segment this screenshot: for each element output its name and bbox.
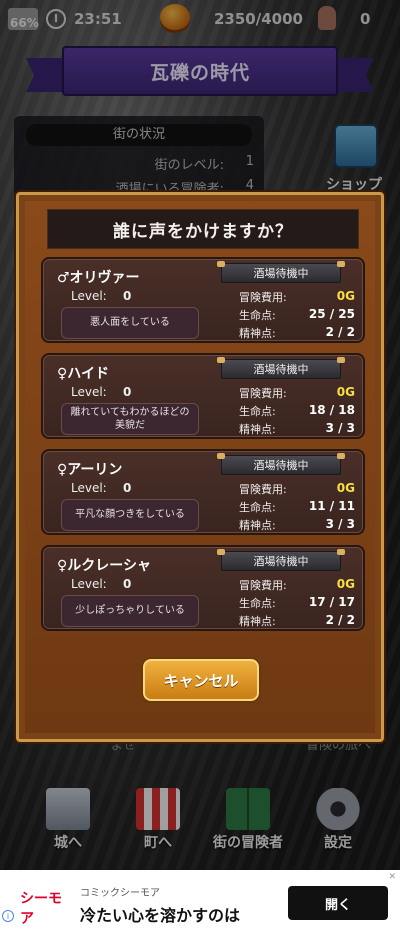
cost-value: 0G (336, 577, 355, 591)
cost-label: 冒険費用: (239, 291, 287, 304)
cost-value: 0G (336, 481, 355, 495)
cost-value: 0G (336, 385, 355, 399)
adventurer-name: ♂オリヴァー (57, 270, 140, 286)
info-icon[interactable]: i (2, 910, 14, 922)
mp-value: 3 / 3 (325, 517, 355, 531)
ad-banner[interactable]: i ✕ シーモア コミックシーモア 冷たい心を溶かすのは 開く (0, 870, 400, 934)
mp-label: 精神点: (239, 423, 276, 436)
adventurer-select-dialog: 誰に声をかけますか？ ♂オリヴァー Level: 0 悪人面をしている 酒場待機… (16, 192, 384, 742)
status-badge: 酒場待機中 (217, 453, 345, 475)
adventurer-description: 少しぽっちゃりしている (61, 595, 199, 627)
cancel-button[interactable]: キャンセル (141, 657, 261, 703)
level-label: Level: (71, 385, 107, 399)
ad-headline: 冷たい心を溶かすのは (80, 906, 241, 925)
cost-label: 冒険費用: (239, 483, 287, 496)
status-badge: 酒場待機中 (217, 549, 345, 571)
mp-label: 精神点: (239, 327, 276, 340)
ad-open-button[interactable]: 開く (288, 886, 388, 920)
adventurer-card[interactable]: ♂オリヴァー Level: 0 悪人面をしている 酒場待機中 冒険費用: 0G … (41, 257, 365, 343)
cost-value: 0G (336, 289, 355, 303)
level-label: Level: (71, 577, 107, 591)
mp-value: 2 / 2 (325, 613, 355, 627)
hp-value: 18 / 18 (308, 403, 355, 417)
mp-label: 精神点: (239, 615, 276, 628)
level-value: 0 (123, 577, 132, 591)
cost-label: 冒険費用: (239, 579, 287, 592)
hp-value: 25 / 25 (308, 307, 355, 321)
dialog-title: 誰に声をかけますか？ (113, 221, 293, 242)
mp-value: 3 / 3 (325, 421, 355, 435)
level-value: 0 (123, 481, 132, 495)
status-badge: 酒場待機中 (217, 261, 345, 283)
ad-logo: シーモア (20, 888, 66, 927)
hp-label: 生命点: (239, 501, 276, 514)
adventurer-description: 悪人面をしている (61, 307, 199, 339)
hp-value: 17 / 17 (308, 595, 355, 609)
level-value: 0 (123, 289, 132, 303)
hp-label: 生命点: (239, 597, 276, 610)
level-value: 0 (123, 385, 132, 399)
adventurer-name: ♀ルクレーシャ (57, 558, 151, 574)
adventurer-card[interactable]: ♀ルクレーシャ Level: 0 少しぽっちゃりしている 酒場待機中 冒険費用:… (41, 545, 365, 631)
adventurer-description: 平凡な顔つきをしている (61, 499, 199, 531)
mp-value: 2 / 2 (325, 325, 355, 339)
cancel-label: キャンセル (163, 671, 239, 690)
level-label: Level: (71, 289, 107, 303)
adventurer-card[interactable]: ♀アーリン Level: 0 平凡な顔つきをしている 酒場待機中 冒険費用: 0… (41, 449, 365, 535)
status-badge: 酒場待機中 (217, 357, 345, 379)
adventurer-name: ♀ハイド (57, 366, 109, 382)
mp-label: 精神点: (239, 519, 276, 532)
adventurer-description: 離れていてもわかるほどの美貌だ (61, 403, 199, 435)
adventurer-name: ♀アーリン (57, 462, 123, 478)
ad-advertiser: コミックシーモア (80, 888, 160, 899)
hp-value: 11 / 11 (308, 499, 355, 513)
cost-label: 冒険費用: (239, 387, 287, 400)
level-label: Level: (71, 481, 107, 495)
hp-label: 生命点: (239, 309, 276, 322)
close-icon[interactable]: ✕ (388, 872, 396, 882)
hp-label: 生命点: (239, 405, 276, 418)
adventurer-card[interactable]: ♀ハイド Level: 0 離れていてもわかるほどの美貌だ 酒場待機中 冒険費用… (41, 353, 365, 439)
dialog-title-bar: 誰に声をかけますか？ (47, 209, 359, 249)
